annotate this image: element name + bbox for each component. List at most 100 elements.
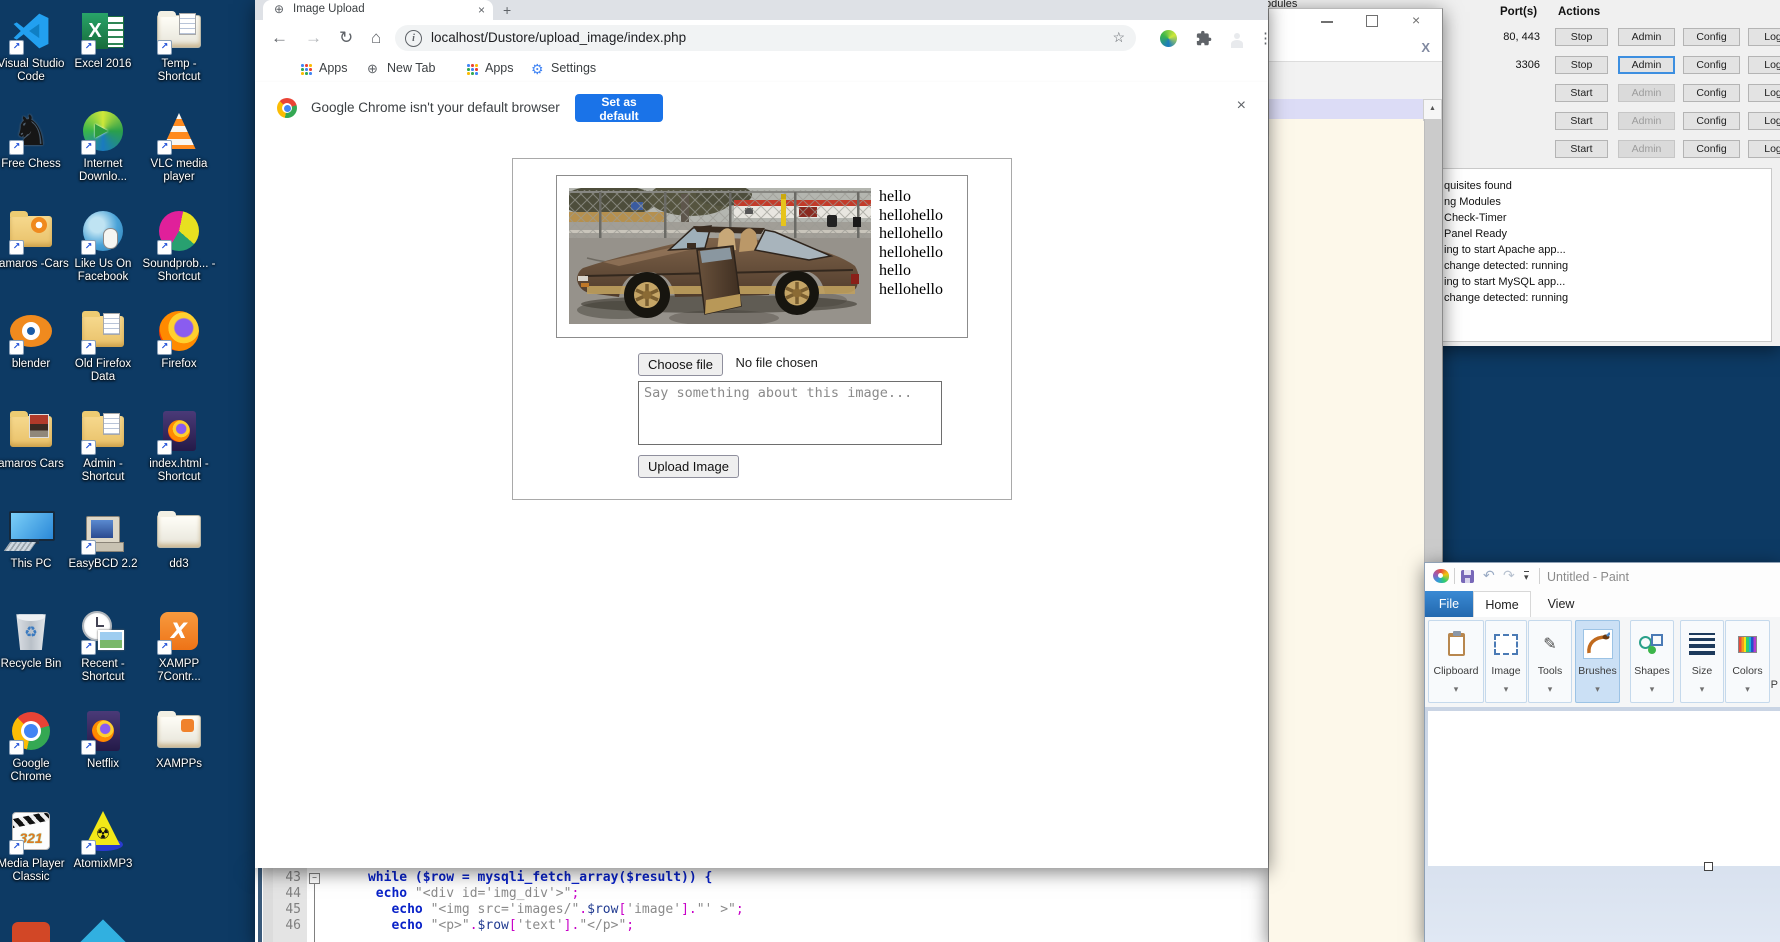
service5-config-button[interactable]: Config: [1683, 140, 1740, 158]
desktop-icon-partial-orange[interactable]: [0, 922, 70, 942]
set-as-default-button[interactable]: Set as default: [575, 94, 663, 122]
desktop-icon-easybcd[interactable]: EasyBCD 2.2: [64, 508, 142, 571]
desktop-icon-xampps[interactable]: XAMPPs: [140, 708, 218, 771]
back-icon[interactable]: ←: [271, 28, 288, 48]
url-text[interactable]: localhost/Dustore/upload_image/index.php: [431, 30, 686, 45]
desktop-icon-netflix[interactable]: Netflix: [64, 708, 142, 771]
mysql-log-button[interactable]: Log: [1748, 56, 1780, 74]
service3-start-button[interactable]: Start: [1555, 84, 1608, 102]
code-fold-margin[interactable]: −: [307, 868, 321, 942]
inner-close-button[interactable]: X: [1421, 40, 1430, 55]
mysql-admin-button[interactable]: Admin: [1618, 56, 1675, 74]
dropdown-caret-icon[interactable]: [1726, 679, 1769, 697]
maximize-icon[interactable]: [1366, 15, 1378, 27]
tab-close-icon[interactable]: ×: [478, 3, 485, 17]
undo-icon[interactable]: ↶: [1483, 567, 1495, 584]
extensions-puzzle-icon[interactable]: [1196, 30, 1213, 47]
apache-config-button[interactable]: Config: [1683, 28, 1740, 46]
notification-close-icon[interactable]: ×: [1237, 97, 1246, 115]
code-line-46[interactable]: echo "<p>".$row['text']."</p>";: [321, 918, 634, 934]
choose-file-button[interactable]: Choose file: [638, 353, 723, 376]
tab-view[interactable]: View: [1531, 591, 1591, 617]
minimize-icon[interactable]: [1321, 21, 1333, 23]
apps-grid-icon[interactable]: [301, 64, 304, 67]
code-line-45[interactable]: echo "<img src='images/".$row['image']."…: [321, 902, 744, 918]
desktop-icon-xampp-control[interactable]: XAMPP 7Contr...: [140, 608, 218, 684]
comment-textarea[interactable]: [638, 381, 942, 445]
desktop-icon-excel[interactable]: Excel 2016: [64, 8, 142, 71]
tab-image-upload[interactable]: ⊕ Image Upload ×: [263, 0, 493, 20]
dropdown-caret-icon[interactable]: [1576, 679, 1619, 697]
bookmark-new-tab[interactable]: New Tab: [387, 61, 435, 75]
mysql-config-button[interactable]: Config: [1683, 56, 1740, 74]
tab-home[interactable]: Home: [1473, 591, 1531, 617]
code-line-44[interactable]: echo "<div id='img_div'>";: [321, 886, 579, 902]
home-icon[interactable]: ⌂: [371, 28, 381, 48]
page-info-icon[interactable]: i: [405, 30, 422, 47]
paint-group-tools[interactable]: ✎ Tools: [1528, 620, 1572, 703]
code-line-43[interactable]: while ($row = mysqli_fetch_array($result…: [321, 870, 712, 886]
desktop-icon-soundprob[interactable]: Soundprob... - Shortcut: [140, 208, 218, 284]
service3-config-button[interactable]: Config: [1683, 84, 1740, 102]
desktop-icon-admin-shortcut[interactable]: Admin - Shortcut: [64, 408, 142, 484]
paint-group-colors[interactable]: Colors: [1725, 620, 1770, 703]
desktop-icon-dd3[interactable]: dd3: [140, 508, 218, 571]
menu-dots-icon[interactable]: ⋮: [1258, 29, 1273, 47]
desktop-icon-mpc[interactable]: Media Player Classic: [0, 808, 70, 884]
redo-icon[interactable]: ↷: [1503, 567, 1515, 584]
paint-group-clipboard[interactable]: Clipboard: [1428, 620, 1484, 703]
apps-grid-icon[interactable]: [467, 64, 470, 67]
dropdown-caret-icon[interactable]: [1429, 679, 1483, 697]
tab-file[interactable]: File: [1425, 591, 1473, 617]
scroll-up-arrow-icon[interactable]: ▲: [1423, 99, 1442, 121]
desktop-icon-index-html[interactable]: index.html - Shortcut: [140, 408, 218, 484]
desktop-icon-vscode[interactable]: Visual Studio Code: [0, 8, 70, 84]
paint-canvas[interactable]: [1428, 711, 1780, 866]
dropdown-caret-icon[interactable]: [1681, 679, 1723, 697]
desktop-icon-firefox[interactable]: Firefox: [140, 308, 218, 371]
canvas-resize-handle[interactable]: [1704, 862, 1713, 871]
dropdown-caret-icon[interactable]: [1631, 679, 1673, 697]
upload-image-button[interactable]: Upload Image: [638, 455, 739, 478]
desktop-icon-temp[interactable]: Temp - Shortcut: [140, 8, 218, 84]
service4-start-button[interactable]: Start: [1555, 112, 1608, 130]
desktop-icon-old-firefox-data[interactable]: Old Firefox Data: [64, 308, 142, 384]
paint-titlebar[interactable]: ↶ ↷ ▾ Untitled - Paint: [1425, 563, 1780, 591]
desktop-icon-recycle-bin[interactable]: Recycle Bin: [0, 608, 70, 671]
desktop-icon-amaros-cars[interactable]: amaros Cars: [0, 408, 70, 471]
service4-config-button[interactable]: Config: [1683, 112, 1740, 130]
paint-group-image[interactable]: Image: [1485, 620, 1527, 703]
bookmark-apps[interactable]: Apps: [319, 61, 348, 75]
apache-stop-button[interactable]: Stop: [1555, 28, 1608, 46]
address-bar[interactable]: i localhost/Dustore/upload_image/index.p…: [395, 25, 1136, 51]
desktop-icon-recent[interactable]: Recent - Shortcut: [64, 608, 142, 684]
service3-log-button[interactable]: Log: [1748, 84, 1780, 102]
desktop-icon-like-us-facebook[interactable]: Like Us On Facebook: [64, 208, 142, 284]
desktop-icon-free-chess[interactable]: Free Chess: [0, 108, 70, 171]
service4-log-button[interactable]: Log: [1748, 112, 1780, 130]
desktop-icon-idm[interactable]: Internet Downlo...: [64, 108, 142, 184]
desktop-icon-partial-blue[interactable]: [64, 922, 142, 942]
paint-group-shapes[interactable]: Shapes: [1630, 620, 1674, 703]
forward-icon[interactable]: →: [305, 28, 322, 48]
apache-log-button[interactable]: Log: [1748, 28, 1780, 46]
service5-log-button[interactable]: Log: [1748, 140, 1780, 158]
paint-group-size[interactable]: Size: [1680, 620, 1724, 703]
bookmark-apps-2[interactable]: Apps: [485, 61, 514, 75]
apache-admin-button[interactable]: Admin: [1618, 28, 1675, 46]
desktop-icon-vlc[interactable]: VLC media player: [140, 108, 218, 184]
fold-collapse-icon[interactable]: −: [309, 873, 320, 884]
desktop-icon-this-pc[interactable]: This PC: [0, 508, 70, 571]
reload-icon[interactable]: ↻: [339, 28, 353, 48]
dropdown-caret-icon[interactable]: [1529, 679, 1571, 697]
service5-start-button[interactable]: Start: [1555, 140, 1608, 158]
desktop-icon-google-chrome[interactable]: Google Chrome: [0, 708, 70, 784]
dropdown-caret-icon[interactable]: [1486, 679, 1526, 697]
new-tab-button[interactable]: +: [503, 2, 511, 18]
quick-access-caret-icon[interactable]: ▾: [1524, 571, 1529, 582]
close-icon[interactable]: ×: [1412, 12, 1420, 28]
desktop-icon-camaros-cars[interactable]: camaros -Cars: [0, 208, 70, 271]
paint-group-brushes[interactable]: Brushes: [1575, 620, 1620, 703]
desktop-icon-blender[interactable]: blender: [0, 308, 70, 371]
save-icon[interactable]: [1461, 570, 1474, 583]
